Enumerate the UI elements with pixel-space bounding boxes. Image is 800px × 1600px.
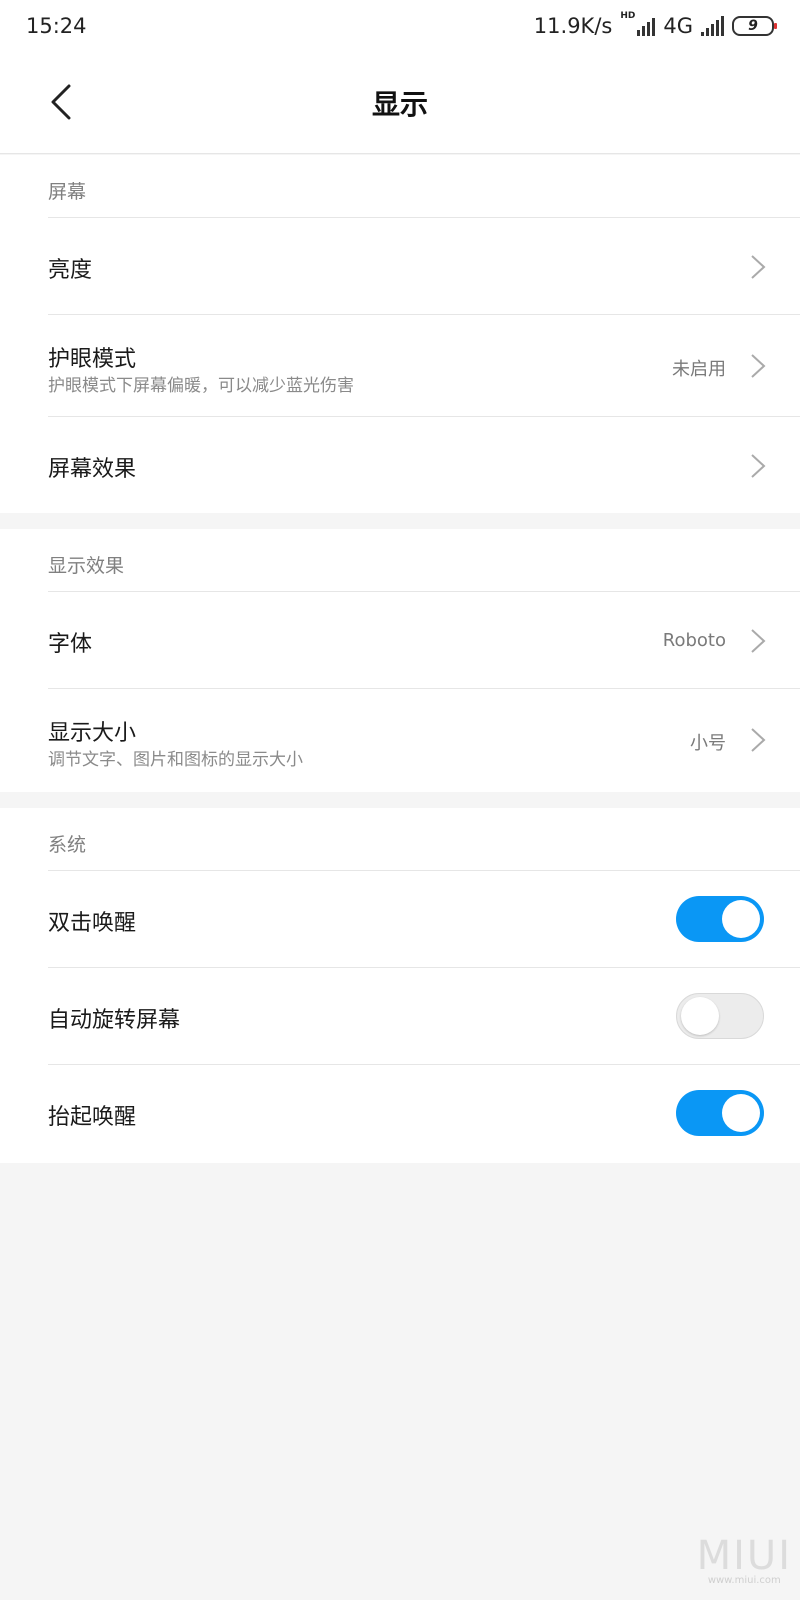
page-title: 显示: [371, 87, 428, 121]
row-title-display-size: 显示大小: [48, 721, 137, 746]
row-subtitle-eye-care: 护眼模式下屏幕偏暖，可以减少蓝光伤害: [48, 376, 354, 396]
toggle-lift-to-wake[interactable]: [676, 1090, 764, 1136]
row-brightness[interactable]: 亮度: [48, 217, 800, 314]
watermark-site: www.miui.com: [707, 1575, 781, 1586]
chevron-right-icon: [751, 454, 766, 478]
row-title-lift-to-wake: 抬起唤醒: [48, 1105, 137, 1130]
network-type: 4G: [663, 14, 693, 38]
row-lift-to-wake: 抬起唤醒: [48, 1064, 800, 1161]
signal-icon-1: [637, 16, 656, 36]
row-double-tap-wake: 双击唤醒: [48, 870, 800, 967]
section-header-system: 系统: [48, 834, 87, 856]
row-title-auto-rotate: 自动旋转屏幕: [48, 1008, 181, 1033]
app-header: 显示: [0, 52, 800, 154]
row-value-display-size: 小号: [690, 733, 726, 754]
watermark-brand: MIUI: [696, 1533, 792, 1579]
row-screen-effect[interactable]: 屏幕效果: [48, 416, 800, 513]
row-title-font: 字体: [48, 632, 93, 657]
chevron-left-icon: [51, 84, 71, 120]
chevron-right-icon: [751, 728, 766, 752]
row-value-font: Roboto: [662, 630, 726, 651]
back-button[interactable]: [44, 82, 78, 122]
row-auto-rotate: 自动旋转屏幕: [48, 967, 800, 1064]
row-title-eye-care: 护眼模式: [48, 347, 137, 372]
miui-watermark: MIUI www.miui.com: [697, 1533, 792, 1586]
row-font[interactable]: 字体 Roboto: [48, 591, 800, 688]
hd-badge: HD: [620, 11, 636, 21]
signal-icon-2: [701, 16, 724, 36]
row-title-screen-effect: 屏幕效果: [48, 457, 137, 482]
section-system: 系统 双击唤醒 自动旋转屏幕 抬起唤醒: [0, 808, 800, 1163]
status-icons: 11.9K/s HD 4G 9: [533, 11, 777, 38]
toggle-double-tap-wake[interactable]: [676, 896, 764, 942]
row-title-double-tap-wake: 双击唤醒: [48, 911, 137, 936]
row-value-eye-care: 未启用: [672, 359, 726, 380]
section-header-display: 显示效果: [48, 555, 125, 577]
chevron-right-icon: [751, 354, 766, 378]
toggle-auto-rotate[interactable]: [676, 993, 764, 1039]
section-header-screen: 屏幕: [48, 181, 87, 203]
chevron-right-icon: [751, 629, 766, 653]
battery-icon: 9: [732, 16, 777, 36]
status-time: 15:24: [26, 14, 87, 38]
toggle-knob: [722, 1094, 760, 1132]
row-subtitle-display-size: 调节文字、图片和图标的显示大小: [48, 750, 303, 770]
toggle-knob: [681, 997, 719, 1035]
status-bar: 15:24 11.9K/s HD 4G 9: [0, 0, 800, 52]
toggle-knob: [722, 900, 760, 938]
row-eye-care[interactable]: 护眼模式 护眼模式下屏幕偏暖，可以减少蓝光伤害 未启用: [48, 314, 800, 416]
section-screen: 屏幕 亮度 护眼模式 护眼模式下屏幕偏暖，可以减少蓝光伤害 未启用 屏幕效果: [0, 155, 800, 513]
net-speed: 11.9K/s: [533, 14, 613, 38]
row-title-brightness: 亮度: [48, 258, 93, 283]
row-display-size[interactable]: 显示大小 调节文字、图片和图标的显示大小 小号: [48, 688, 800, 792]
chevron-right-icon: [751, 255, 766, 279]
section-display: 显示效果 字体 Roboto 显示大小 调节文字、图片和图标的显示大小 小号: [0, 529, 800, 792]
